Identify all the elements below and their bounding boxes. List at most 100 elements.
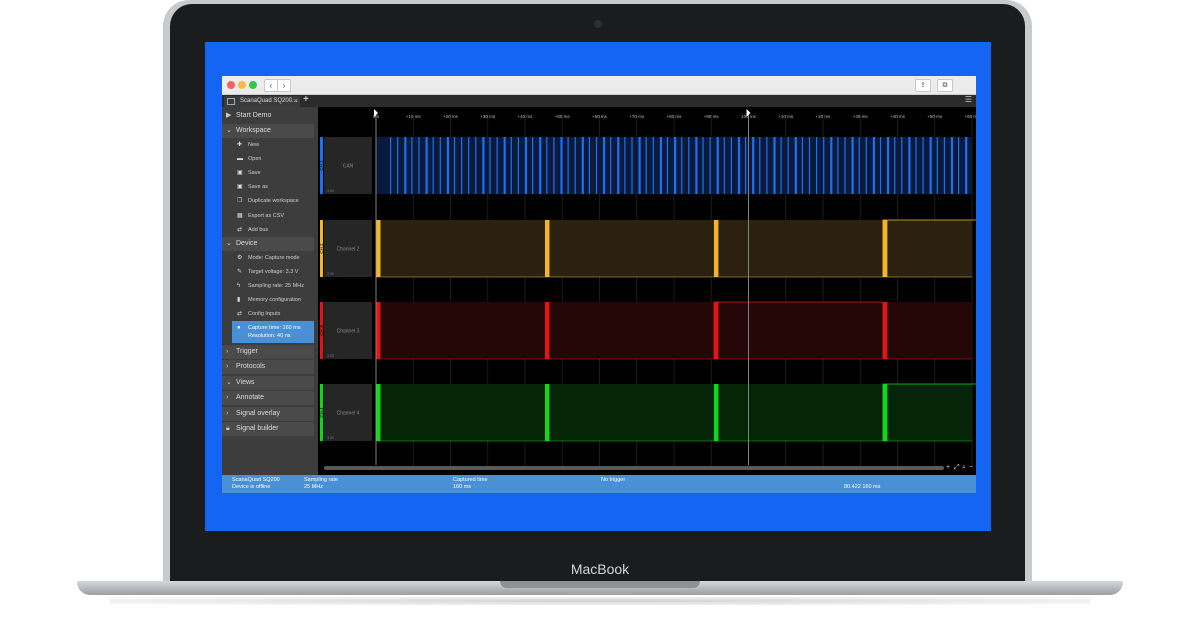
signal-edge: [752, 137, 755, 194]
signal-edge: [865, 137, 867, 194]
add-tab-button[interactable]: +: [303, 94, 309, 105]
section-label: Signal builder: [236, 425, 279, 432]
ruler-tick-label: +40 ms: [518, 114, 534, 119]
signal-pulse: [544, 220, 550, 277]
section-trigger[interactable]: › Trigger: [222, 345, 314, 359]
settings-icon[interactable]: ☰: [965, 95, 972, 104]
chevron-right-icon: ›: [226, 410, 229, 417]
search-icon[interactable]: ⌕: [962, 464, 966, 472]
device-voltage[interactable]: ✎ Target voltage: 3.3 V: [222, 266, 314, 279]
signal-edge: [397, 137, 399, 194]
section-device[interactable]: ⌄ Device: [222, 237, 314, 251]
item-label: Save: [248, 170, 261, 176]
signal-edge: [617, 137, 620, 194]
tab-bar: ScanaQuad SQ200... × + ☰: [222, 94, 976, 107]
channel-name: Channel 4: [337, 411, 360, 417]
ruler-tick-label: +50 ms: [927, 114, 943, 119]
signal-edge: [489, 137, 491, 194]
signal-edge: [801, 137, 803, 194]
signal-edge: [929, 137, 932, 194]
tab-scanaquad[interactable]: ScanaQuad SQ200... ×: [224, 96, 300, 107]
signal-edge: [603, 137, 606, 194]
section-signal-overlay[interactable]: › Signal overlay: [222, 407, 314, 421]
resolution-text: Resolution: 40 ns: [248, 333, 291, 339]
ruler-tick-label: +30 ms: [480, 114, 496, 119]
ruler-tick-label: +10 ms: [406, 114, 422, 119]
ruler-tick-label: +90 ms: [704, 114, 720, 119]
capture-info-card[interactable]: ● Capture time: 160 ms Resolution: 40 ns: [232, 321, 314, 343]
signal-pulse: [376, 384, 381, 441]
signal-edge: [666, 137, 669, 194]
signal-edge: [950, 137, 954, 194]
signal-edge: [546, 137, 548, 194]
device-sampling-rate[interactable]: ϟ Sampling rate: 25 MHz: [222, 280, 314, 293]
fit-icon[interactable]: ⤢: [954, 464, 960, 472]
chevron-down-icon: ⌄: [226, 240, 232, 247]
plus-icon: ✚: [237, 142, 243, 148]
workspace-open[interactable]: ▬ Open: [222, 153, 314, 166]
signal-edge: [560, 137, 563, 194]
channel-id: CH 4: [320, 407, 324, 418]
device-mode[interactable]: ⚙ Mode: Capture mode: [222, 252, 314, 265]
signal-edge: [958, 137, 960, 194]
signal-edge: [965, 137, 968, 194]
signal-edge: [638, 137, 641, 194]
ruler-tick-label: +70 ms: [629, 114, 645, 119]
signal-edge: [709, 137, 711, 194]
signal-edge: [482, 137, 485, 194]
workspace-save[interactable]: ▣ Save: [222, 167, 314, 180]
signal-edge: [411, 137, 413, 194]
section-label: Annotate: [236, 394, 265, 401]
workspace-duplicate[interactable]: ❐ Duplicate workspace: [222, 195, 314, 208]
signal-edge: [446, 137, 449, 194]
close-icon[interactable]: ×: [294, 96, 298, 107]
close-window-button[interactable]: [227, 81, 235, 89]
share-icon[interactable]: ⇪: [915, 79, 931, 92]
signal-edge: [503, 137, 506, 194]
section-protocols[interactable]: › Protocols: [222, 360, 314, 374]
signal-edge: [595, 137, 598, 194]
device-memory[interactable]: ▮ Memory configuration: [222, 294, 314, 307]
horizontal-scrollbar[interactable]: [324, 466, 944, 470]
start-demo-button[interactable]: ▶ Start Demo: [222, 109, 314, 123]
signal-pulse: [713, 384, 719, 441]
status-bar: ScanaQuad SQ200 Device is offline Sampli…: [222, 475, 976, 493]
ruler-tick-label: +20 ms: [816, 114, 832, 119]
signal-edge: [475, 137, 477, 194]
forward-button[interactable]: ›: [277, 79, 291, 92]
minimize-window-button[interactable]: [238, 81, 246, 89]
section-views[interactable]: ⌄ Views: [222, 376, 314, 390]
back-button[interactable]: ‹: [264, 79, 278, 92]
maximize-window-button[interactable]: [249, 81, 257, 89]
signal-edge: [858, 137, 860, 194]
section-annotate[interactable]: › Annotate: [222, 391, 314, 405]
signal-edge: [851, 137, 854, 194]
workspace-export-csv[interactable]: ▦ Export as CSV: [222, 210, 314, 223]
workspace-new[interactable]: ✚ New: [222, 139, 314, 152]
signal-edge: [681, 137, 683, 194]
channel-voltage: 3.3V: [327, 354, 335, 358]
section-signal-builder[interactable]: 🔒︎ Signal builder: [222, 422, 314, 436]
duplicate-icon: ❐: [237, 198, 243, 204]
signal-pulse: [376, 302, 381, 359]
zoom-in-icon[interactable]: +: [946, 464, 950, 471]
signal-plot[interactable]: 0 s+10 ms+20 ms+30 ms+40 ms+50 ms+60 ms+…: [320, 107, 976, 467]
signal-pulse: [713, 302, 719, 359]
signal-edge: [922, 137, 924, 194]
signal-edge: [702, 137, 704, 194]
signal-pulse: [882, 384, 888, 441]
chevron-right-icon: ›: [226, 363, 229, 370]
zoom-out-icon[interactable]: −: [969, 464, 973, 471]
tabs-icon[interactable]: ⧉: [937, 79, 953, 92]
signal-edge: [631, 137, 633, 194]
workspace-add-bus[interactable]: ⇄ Add bus: [222, 224, 314, 237]
device-config-inputs[interactable]: ⇄ Config Inputs: [222, 308, 314, 321]
ruler-tick-label: +60 ms: [592, 114, 608, 119]
sampling-label: Sampling rate: [304, 477, 338, 483]
signal-edge: [816, 137, 818, 194]
workspace-save-as[interactable]: ▣ Save as: [222, 181, 314, 194]
start-demo-label: Start Demo: [236, 112, 272, 119]
section-workspace[interactable]: ⌄ Workspace: [222, 124, 314, 138]
captured-value: 160 ms: [453, 484, 472, 490]
signal-edge: [496, 137, 498, 194]
